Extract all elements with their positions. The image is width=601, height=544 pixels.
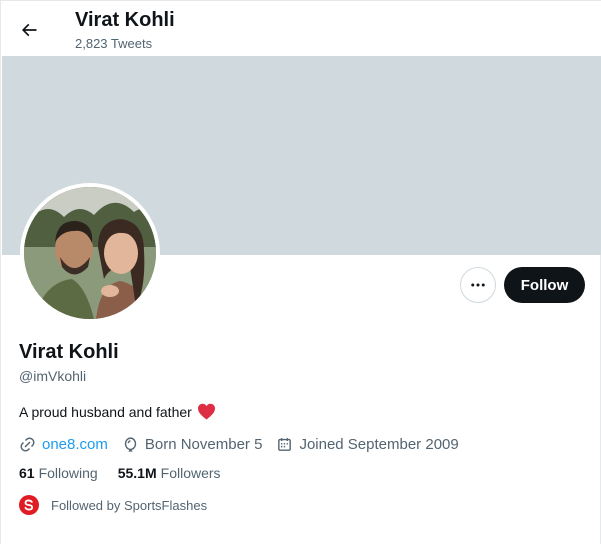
display-name: Virat Kohli [19,341,119,363]
followers-label: Followers [160,465,221,481]
user-handle: @imVkohli [19,368,87,384]
follow-stats: 61 Following 55.1M Followers [19,465,241,481]
followers-count: 55.1M [117,465,157,481]
tweet-count: 2,823 Tweets [75,36,153,51]
joined-item: Joined September 2009 [276,435,459,453]
profile-meta: one8.com Born November 5 Joined Septembe… [19,434,473,454]
followers-link[interactable]: 55.1M Followers [118,465,221,481]
bio-text: A proud husband and father [19,403,192,420]
website-item: one8.com [19,436,108,453]
balloon-icon [124,436,137,452]
joined-text: Joined September 2009 [299,435,459,453]
profile-header-bar: Virat Kohli 2,823 Tweets [1,1,601,56]
sportsflashes-avatar [19,495,39,515]
following-label: Following [38,465,98,481]
profile-avatar[interactable] [20,183,160,323]
ellipsis-icon [471,283,485,287]
red-heart-icon [197,403,215,420]
following-count: 61 [19,465,35,481]
followed-by-text: Followed by SportsFlashes [51,497,208,513]
follow-button[interactable]: Follow [504,267,585,303]
born-item: Born November 5 [122,435,263,453]
profile-page: Virat Kohli 2,823 Tweets Follow Virat Ko… [0,0,601,544]
calendar-icon [278,437,292,451]
website-link[interactable]: one8.com [42,436,108,453]
header-title: Virat Kohli [75,9,175,31]
arrow-left-icon [21,23,37,37]
followed-by-row[interactable]: Followed by SportsFlashes [19,495,207,515]
born-text: Born November 5 [144,435,263,453]
back-button[interactable] [11,12,47,48]
sportsflashes-logo-icon [24,499,34,511]
bio: A proud husband and father [19,403,216,420]
more-options-button[interactable] [460,267,496,303]
following-link[interactable]: 61 Following [19,465,98,481]
avatar-photo [24,187,156,319]
link-icon [20,437,35,451]
